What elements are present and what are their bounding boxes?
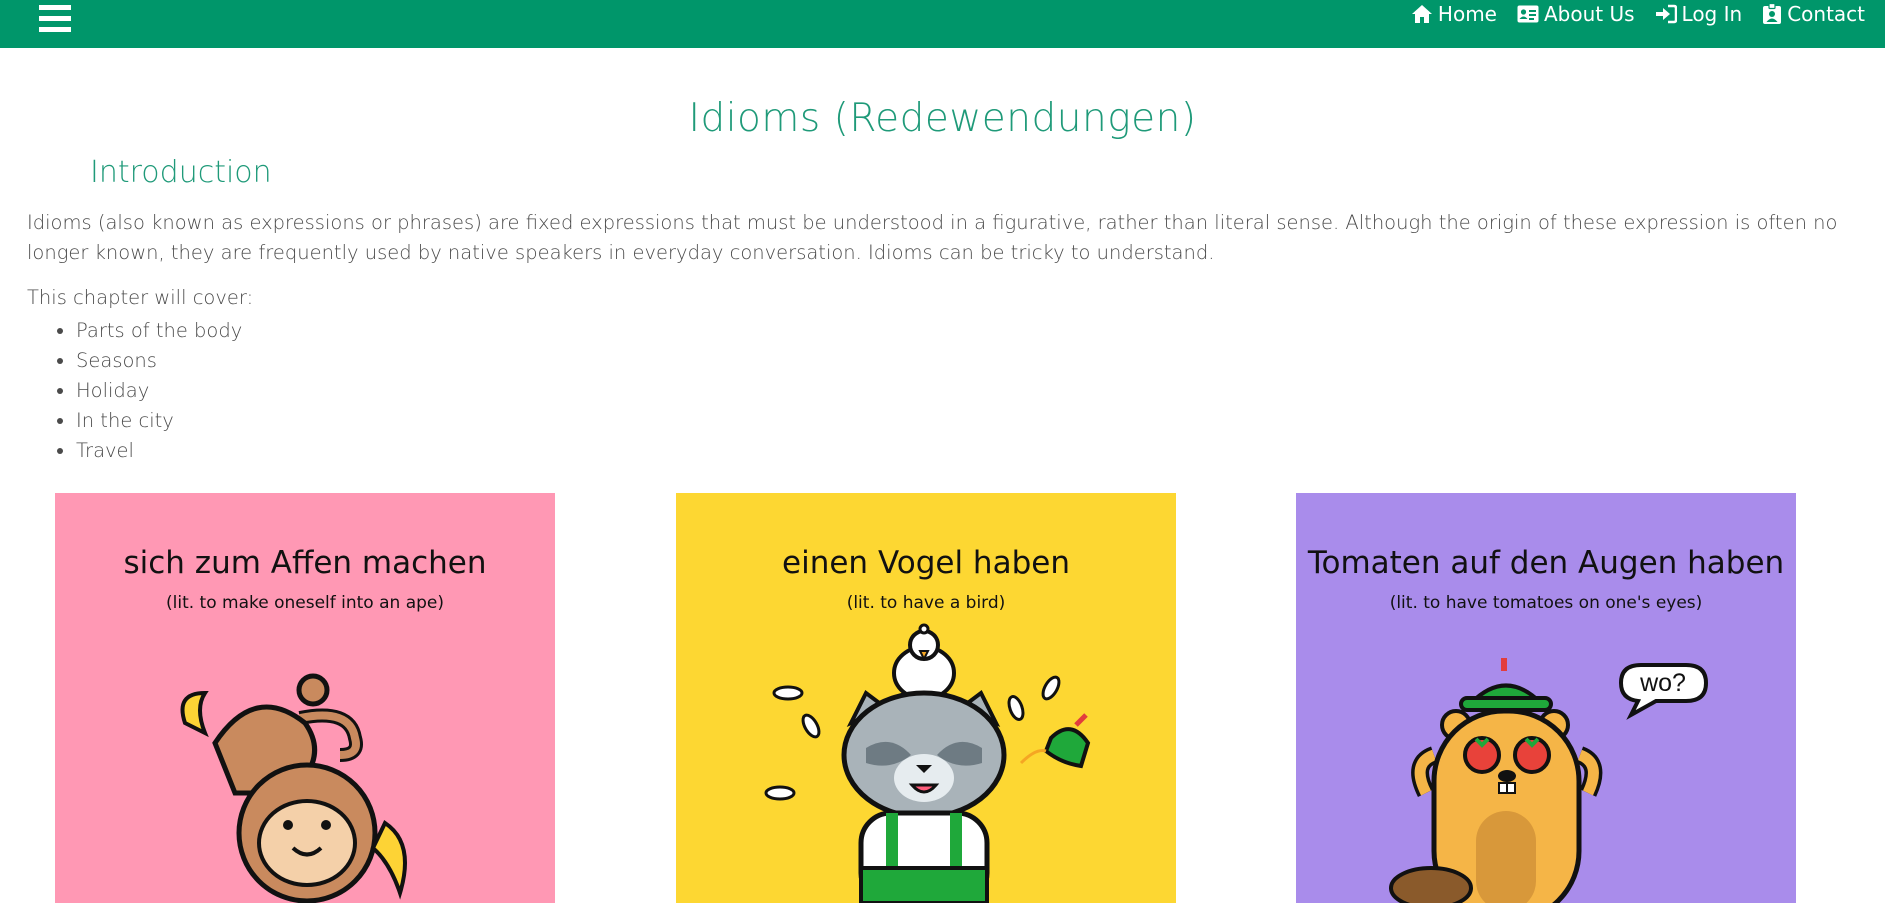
section-heading: Introduction [90, 155, 272, 190]
page-title: Idioms (Redewendungen) [688, 96, 1197, 141]
nav-contact-label: Contact [1787, 2, 1865, 26]
chapter-cover-label: This chapter will cover: [27, 286, 254, 309]
list-item: Parts of the body [76, 316, 242, 346]
list-item: In the city [76, 406, 242, 436]
monkey-illustration [180, 673, 407, 903]
list-item: Holiday [76, 376, 242, 406]
top-navbar: Home About Us Log In Contact [0, 0, 1885, 48]
nav-home-link[interactable]: Home [1411, 2, 1497, 26]
nav-contact-link[interactable]: Contact [1762, 2, 1865, 26]
sign-in-icon [1655, 4, 1677, 24]
home-icon [1411, 5, 1432, 23]
nav-about-label: About Us [1543, 2, 1635, 26]
nav-login-label: Log In [1681, 2, 1743, 26]
contact-badge-icon [1763, 3, 1782, 24]
topic-list: Parts of the body Seasons Holiday In the… [27, 316, 242, 466]
nav-home-label: Home [1437, 2, 1497, 26]
list-item: Seasons [76, 346, 242, 376]
intro-paragraph: Idioms (also known as expressions or phr… [27, 211, 1838, 264]
speech-bubble-text: wo? [1639, 669, 1686, 697]
idiom-card-bird[interactable]: einen Vogel haben (lit. to have a bird) [676, 493, 1176, 903]
idiom-card-monkey[interactable]: sich zum Affen machen (lit. to make ones… [55, 493, 555, 903]
hamburger-menu-icon[interactable] [39, 5, 71, 39]
list-item: Travel [76, 436, 242, 466]
nav-about-link[interactable]: About Us [1517, 2, 1635, 26]
raccoon-illustration [764, 623, 1091, 903]
id-card-icon [1517, 5, 1539, 23]
beaver-illustration: wo? [1389, 658, 1709, 903]
idiom-card-tomatoes[interactable]: Tomaten auf den Augen haben (lit. to hav… [1296, 493, 1796, 903]
nav-links: Home About Us Log In Contact [1391, 0, 1865, 28]
nav-login-link[interactable]: Log In [1655, 2, 1743, 26]
